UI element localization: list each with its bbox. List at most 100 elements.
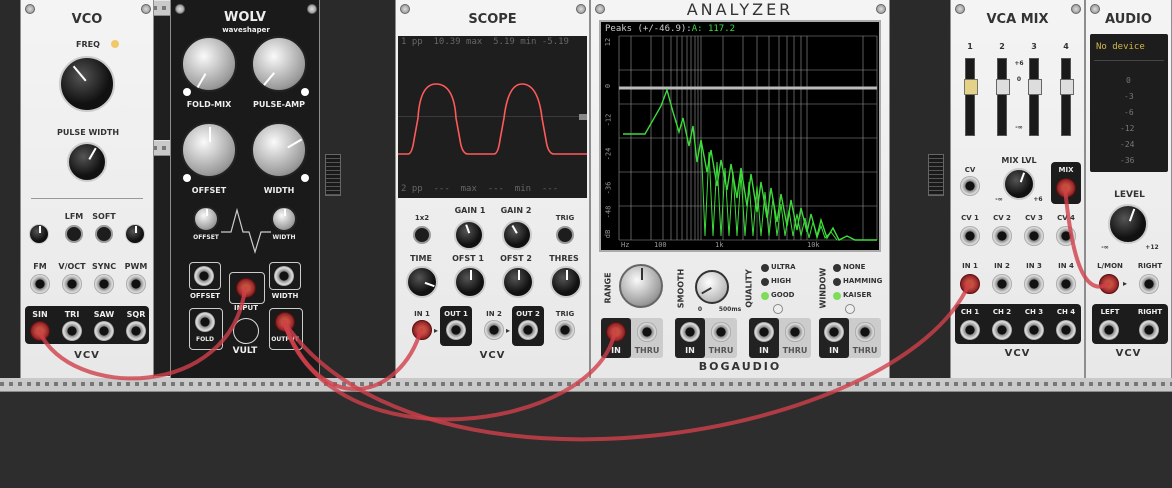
ch1-output-jack[interactable] [960, 320, 980, 340]
analyzer-in-c-jack[interactable] [754, 322, 774, 342]
trigger-marker[interactable] [579, 114, 587, 120]
gain1-knob[interactable] [454, 220, 484, 250]
out1-jack[interactable] [446, 320, 466, 340]
sync-input-jack[interactable] [94, 274, 114, 294]
ch2-fader[interactable] [996, 58, 1010, 136]
fold-jack[interactable] [195, 312, 215, 332]
in3-jack[interactable] [1024, 274, 1044, 294]
meter-minus6: -6 [1124, 108, 1134, 117]
analyzer-in-d-jack[interactable] [824, 322, 844, 342]
soft-switch[interactable] [95, 225, 113, 243]
freq-knob[interactable] [59, 56, 115, 112]
small-width-label: WIDTH [272, 234, 296, 241]
pulse-width-knob[interactable] [67, 142, 107, 182]
blank-right-gap [890, 0, 950, 378]
left-input-jack[interactable] [1099, 274, 1119, 294]
pwm-input-jack[interactable] [126, 274, 146, 294]
in1-jack[interactable] [412, 320, 432, 340]
left-output-jack[interactable] [1099, 320, 1119, 340]
window-hamming-led[interactable] [833, 278, 841, 286]
lfm-switch[interactable] [65, 225, 83, 243]
thres-knob[interactable] [550, 266, 582, 298]
window-none-led[interactable] [833, 264, 841, 272]
ch2-label: CH 2 [992, 308, 1012, 316]
thru-b-label: THRU [708, 346, 734, 355]
in-c-label: IN [759, 346, 769, 355]
vco-title: VCO [71, 12, 103, 27]
fold-mix-knob[interactable] [181, 36, 237, 92]
in2-jack[interactable] [992, 274, 1012, 294]
saw-output-jack[interactable] [94, 321, 114, 341]
voct-input-jack[interactable] [62, 274, 82, 294]
cv2-jack[interactable] [992, 226, 1012, 246]
output-jack[interactable] [275, 312, 295, 332]
quality-ultra-led[interactable] [761, 264, 769, 272]
level-knob[interactable] [1108, 204, 1148, 244]
bogaudio-brand: BOGAUDIO [698, 360, 782, 373]
vult-brand: VULT [232, 346, 258, 356]
out2-jack[interactable] [518, 320, 538, 340]
fm-input-jack[interactable] [30, 274, 50, 294]
cv1-jack[interactable] [960, 226, 980, 246]
analyzer-thru-b-jack[interactable] [711, 322, 731, 342]
sqr-output-jack[interactable] [126, 321, 146, 341]
in1-jack[interactable] [960, 274, 980, 294]
smooth-knob[interactable] [695, 270, 729, 304]
width-cv-jack[interactable] [274, 266, 294, 286]
ch2-output-jack[interactable] [992, 320, 1012, 340]
quality-high-led[interactable] [761, 278, 769, 286]
range-knob[interactable] [619, 264, 663, 308]
vca-mix-title: VCA MIX [986, 12, 1049, 27]
gain2-knob[interactable] [502, 220, 532, 250]
tri-output-jack[interactable] [62, 321, 82, 341]
mix-output-jack[interactable] [1056, 178, 1076, 198]
offset-cv-jack[interactable] [194, 266, 214, 286]
right-output-jack[interactable] [1139, 320, 1159, 340]
saw-label: SAW [93, 310, 115, 319]
in4-jack[interactable] [1056, 274, 1076, 294]
quality-good-led[interactable] [761, 292, 769, 300]
mix-cv-jack[interactable] [960, 176, 980, 196]
quality-high: HIGH [771, 277, 792, 285]
trig-input-jack[interactable] [555, 320, 575, 340]
window-button[interactable] [845, 304, 855, 314]
offset-cv-knob[interactable] [193, 206, 219, 232]
waveshaper-graphic [221, 207, 271, 255]
ofst2-knob[interactable] [502, 266, 534, 298]
pwm-attenuator-knob[interactable] [125, 224, 145, 244]
ch4-label: CH 4 [1056, 308, 1076, 316]
analyzer-in-b-jack[interactable] [680, 322, 700, 342]
time-knob[interactable] [406, 266, 438, 298]
voct-label: V/OCT [58, 262, 86, 271]
offset-knob[interactable] [181, 122, 237, 178]
time-label: TIME [410, 254, 432, 263]
pulse-amp-knob[interactable] [251, 36, 307, 92]
ch4-fader[interactable] [1060, 58, 1074, 136]
analyzer-thru-d-jack[interactable] [855, 322, 875, 342]
ch3-output-jack[interactable] [1024, 320, 1044, 340]
in2-jack[interactable] [484, 320, 504, 340]
device-select[interactable]: No device [1096, 42, 1145, 52]
ch1-fader[interactable] [964, 58, 978, 136]
analyzer-thru-a-jack[interactable] [637, 322, 657, 342]
output-label: OUTPUT [271, 336, 299, 343]
trig-button[interactable] [556, 226, 574, 244]
analyzer-in-a-jack[interactable] [606, 322, 626, 342]
fm-attenuator-knob[interactable] [29, 224, 49, 244]
ch3-fader[interactable] [1028, 58, 1042, 136]
window-kaiser-led[interactable] [833, 292, 841, 300]
quality-button[interactable] [773, 304, 783, 314]
cv4-jack[interactable] [1056, 226, 1076, 246]
ch4-output-jack[interactable] [1056, 320, 1076, 340]
1x2-button[interactable] [413, 226, 431, 244]
width-cv-knob[interactable] [271, 206, 297, 232]
cv3-jack[interactable] [1024, 226, 1044, 246]
ofst1-knob[interactable] [454, 266, 486, 298]
width-knob[interactable] [251, 122, 307, 178]
right-input-jack[interactable] [1139, 274, 1159, 294]
sin-output-jack[interactable] [30, 321, 50, 341]
input-jack[interactable] [236, 278, 256, 298]
right-out-label: RIGHT [1137, 308, 1163, 316]
window-hamming: HAMMING [843, 277, 883, 285]
analyzer-thru-c-jack[interactable] [785, 322, 805, 342]
